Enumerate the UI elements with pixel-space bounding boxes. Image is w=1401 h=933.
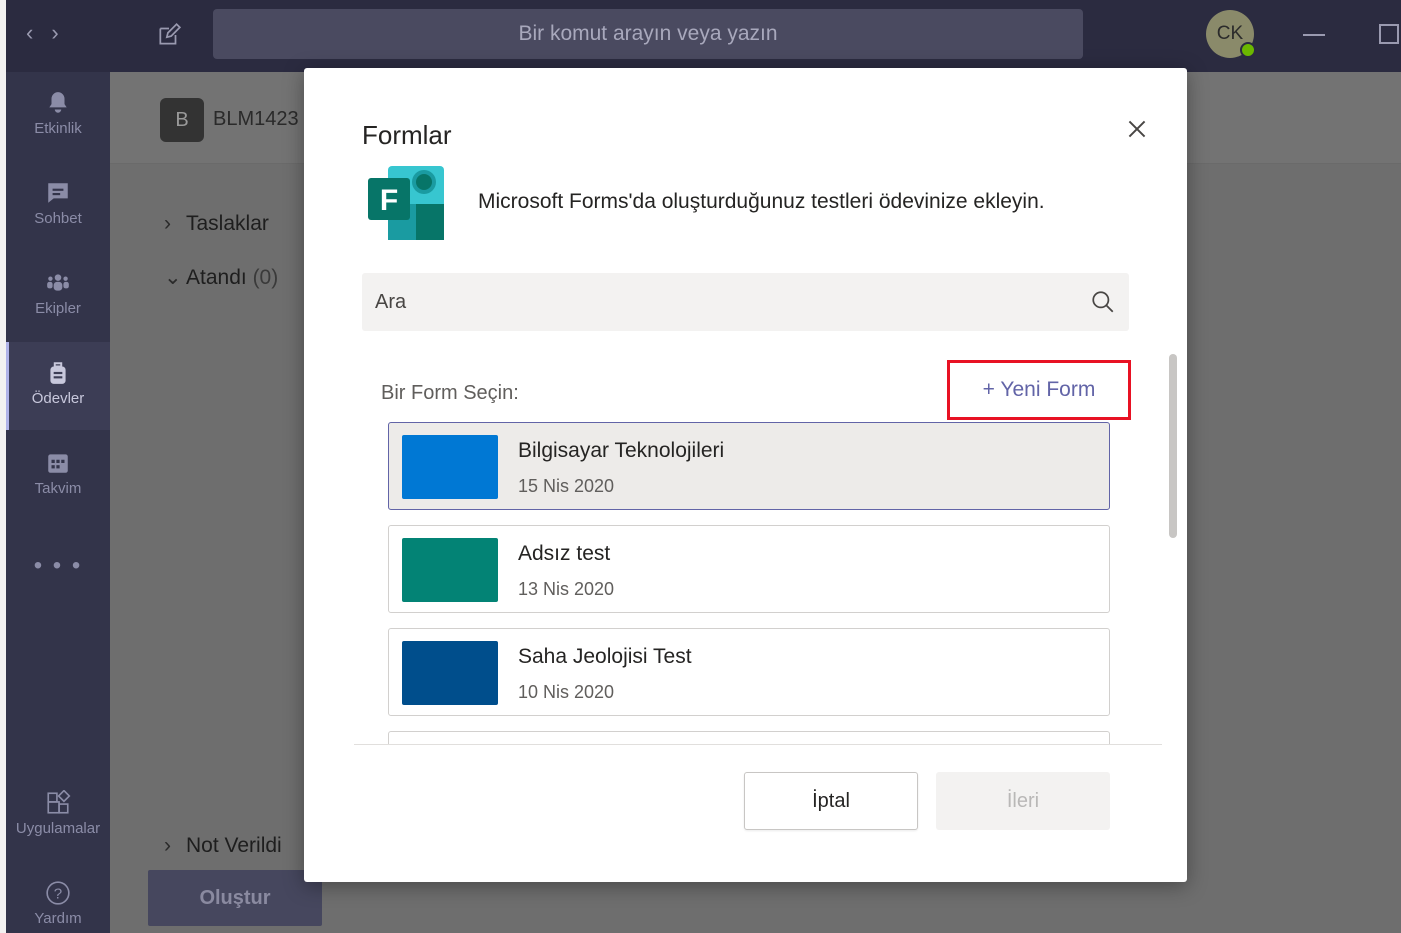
minimize-icon[interactable]: [1303, 34, 1325, 36]
rail-item-label: Ekipler: [35, 300, 81, 317]
list-scrollbar[interactable]: [1169, 354, 1177, 538]
forward-arrow-icon[interactable]: ›: [51, 20, 76, 45]
section-label: Atandı: [186, 266, 247, 289]
chevron-right-icon: ›: [164, 212, 171, 235]
forms-search-input[interactable]: [362, 273, 1082, 331]
section-drafts[interactable]: › Taslaklar: [164, 212, 269, 236]
new-form-button[interactable]: + Yeni Form: [947, 360, 1131, 420]
rail-item-calendar[interactable]: Takvim: [6, 432, 110, 520]
presence-status-icon: [1240, 42, 1256, 58]
rail-item-label: Etkinlik: [34, 120, 82, 137]
rail-item-label: Takvim: [34, 480, 82, 497]
section-assigned[interactable]: ⌄ Atandı (0): [164, 265, 278, 290]
section-label: Not Verildi: [186, 834, 282, 857]
form-thumbnail: [402, 641, 498, 705]
more-apps-icon[interactable]: • • •: [6, 552, 110, 580]
rail-item-teams[interactable]: Ekipler: [6, 252, 110, 340]
forms-search-box: [362, 273, 1129, 331]
rail-item-label: Yardım: [34, 910, 82, 927]
form-card[interactable]: Adsız test 13 Nis 2020: [388, 525, 1110, 613]
form-thumbnail: [402, 435, 498, 499]
pick-form-label: Bir Form Seçin:: [381, 382, 519, 404]
compose-icon[interactable]: [156, 22, 182, 48]
calendar-icon: [48, 454, 68, 473]
form-card[interactable]: Saha Jeolojisi Test 10 Nis 2020: [388, 628, 1110, 716]
rail-item-label: Ödevler: [31, 390, 85, 407]
svg-text:F: F: [380, 184, 398, 217]
form-title: Saha Jeolojisi Test: [518, 645, 692, 668]
form-date: 10 Nis 2020: [518, 682, 615, 702]
team-avatar: B: [160, 98, 204, 142]
forms-list[interactable]: Bilgisayar Teknolojileri 15 Nis 2020 Ads…: [364, 422, 1134, 744]
back-arrow-icon[interactable]: ‹: [26, 20, 51, 45]
form-date: 13 Nis 2020: [518, 579, 615, 599]
app-rail: Etkinlik Sohbet Ekipler Ödevler Takvim •…: [6, 72, 110, 933]
history-nav: ‹›: [26, 20, 77, 46]
form-date: 15 Nis 2020: [518, 476, 615, 496]
rail-item-label: Uygulamalar: [15, 820, 101, 837]
rail-item-label: Sohbet: [34, 210, 82, 227]
section-count: (0): [252, 266, 279, 289]
section-label: Taslaklar: [186, 212, 269, 235]
apps-icon: [47, 790, 71, 814]
help-icon: ?: [46, 881, 70, 905]
maximize-icon[interactable]: [1379, 24, 1399, 44]
form-title: Adsız test: [518, 542, 611, 565]
form-thumbnail: [402, 538, 498, 602]
footer-divider: [354, 744, 1162, 745]
bell-icon: [49, 92, 67, 113]
form-card[interactable]: Bilgisayar Teknolojileri 15 Nis 2020: [388, 422, 1110, 510]
next-button[interactable]: İleri: [936, 772, 1110, 830]
dialog-title: Formlar: [362, 120, 452, 150]
rail-item-help[interactable]: ? Yardım: [6, 862, 110, 933]
search-icon[interactable]: [1090, 289, 1116, 315]
create-button[interactable]: Oluştur: [148, 870, 322, 926]
command-search-box[interactable]: Bir komut arayın veya yazın: [213, 9, 1083, 59]
team-name[interactable]: BLM1423: [213, 108, 299, 131]
chevron-down-icon: ⌄: [164, 266, 182, 289]
section-graded[interactable]: › Not Verildi: [164, 834, 282, 858]
form-title: Bilgisayar Teknolojileri: [518, 439, 725, 462]
chat-icon: [48, 183, 68, 203]
close-icon[interactable]: [1124, 116, 1150, 142]
cancel-button[interactable]: İptal: [744, 772, 918, 830]
teams-icon: [47, 274, 69, 291]
forms-dialog: Formlar F Microsoft Forms'da oluşturduğu…: [304, 68, 1187, 882]
rail-item-assignments[interactable]: Ödevler: [6, 342, 110, 430]
microsoft-forms-logo-icon: F: [368, 166, 444, 240]
dialog-description: Microsoft Forms'da oluşturduğunuz testle…: [478, 190, 1045, 213]
rail-item-activity[interactable]: Etkinlik: [6, 72, 110, 160]
title-bar: ‹› Bir komut arayın veya yazın CK: [6, 0, 1401, 72]
chevron-right-icon: ›: [164, 834, 171, 857]
assignments-icon: [50, 362, 66, 384]
form-card[interactable]: [388, 731, 1110, 744]
svg-text:?: ?: [54, 885, 62, 902]
rail-item-chat[interactable]: Sohbet: [6, 162, 110, 250]
rail-item-apps[interactable]: Uygulamalar: [6, 772, 110, 860]
